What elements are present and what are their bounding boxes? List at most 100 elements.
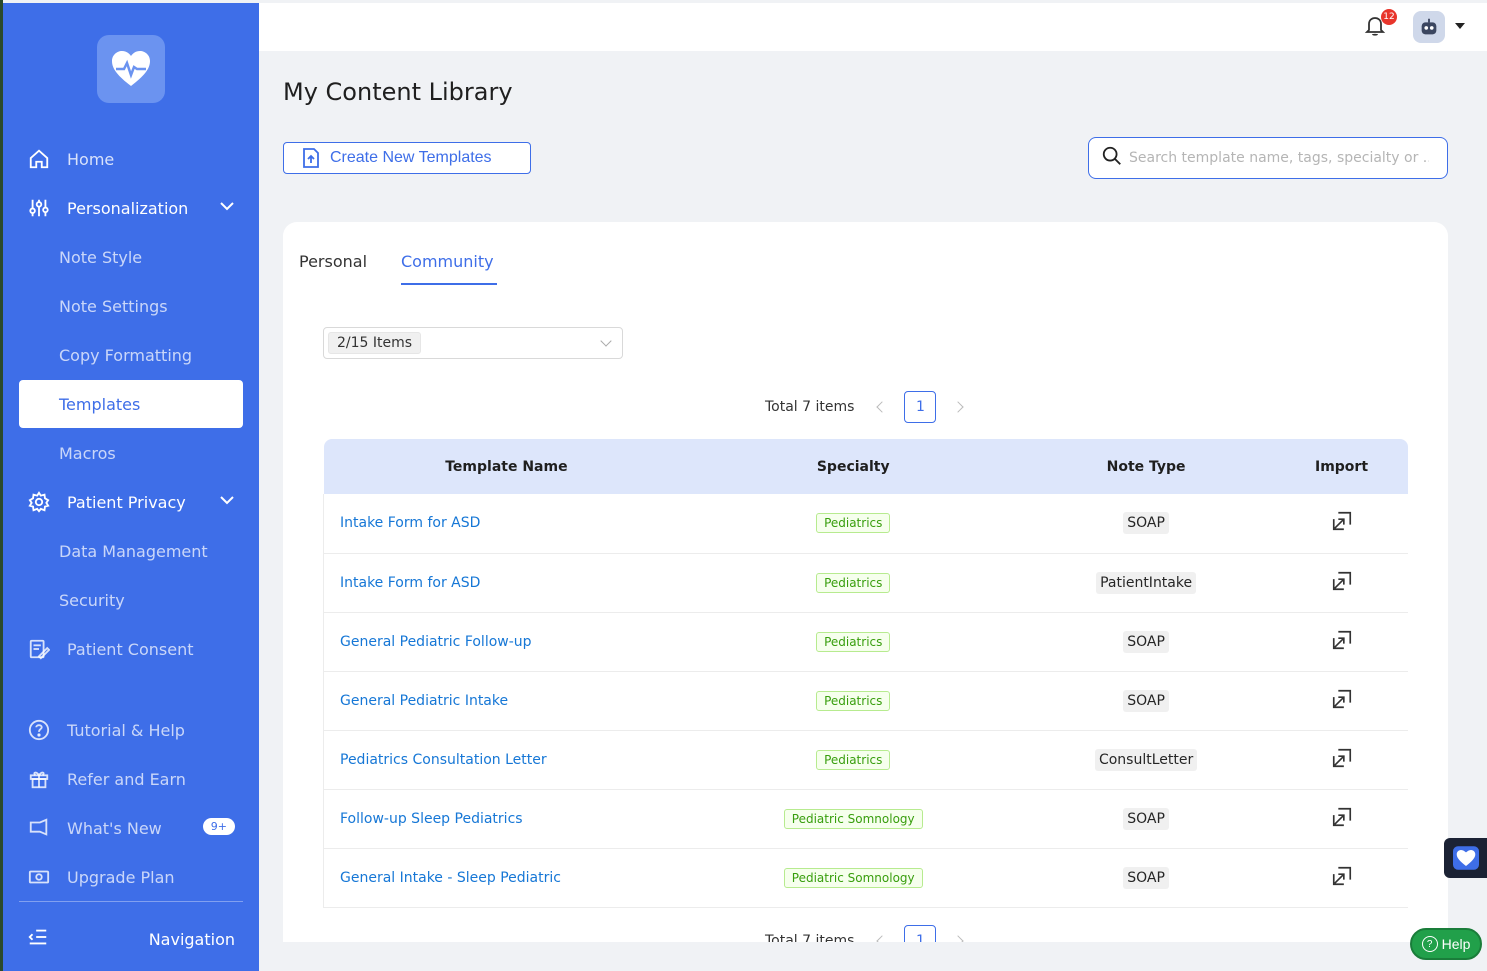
specialty-cell: Pediatric Somnology [689,789,1018,849]
specialty-cell: Pediatrics [689,553,1018,613]
specialty-cell: Pediatrics [689,671,1018,731]
menu-collapse-icon [27,926,49,952]
import-icon[interactable] [1331,629,1353,651]
robot-icon [1421,18,1437,35]
sidebar-item-patient-privacy[interactable]: Patient Privacy [19,478,243,526]
import-icon[interactable] [1331,865,1353,887]
selected-items-tag: 2/15 Items [328,332,422,354]
sidebar-divider [19,901,243,902]
sidebar-item-label: Note Settings [59,296,168,316]
import-cell [1275,612,1408,672]
chevron-down-icon [600,335,612,347]
template-name-cell: Pediatrics Consultation Letter [323,730,690,790]
template-name-cell: Intake Form for ASD [323,553,690,613]
import-cell [1275,730,1408,790]
template-name-link[interactable]: Pediatrics Consultation Letter [340,752,547,768]
avatar[interactable] [1413,11,1445,43]
import-icon[interactable] [1331,510,1353,532]
sidebar-collapse-toggle[interactable]: Navigation [19,915,243,963]
navigation-label: Navigation [148,929,235,949]
page-number-button[interactable]: 1 [904,391,937,423]
table-row: Intake Form for ASD Pediatrics SOAP [323,494,1408,554]
specialty-cell: Pediatrics [689,730,1018,790]
specialty-cell: Pediatric Somnology [689,848,1018,908]
prev-page-icon[interactable] [876,401,889,413]
question-circle-icon [27,718,51,742]
specialty-tag: Pediatrics [816,690,891,711]
sidebar-item-label: Patient Consent [67,639,194,659]
sidebar-item-upgrade-plan[interactable]: Upgrade Plan [19,853,243,901]
import-icon[interactable] [1331,688,1353,710]
template-name-link[interactable]: Intake Form for ASD [340,515,480,531]
import-icon[interactable] [1331,570,1353,592]
note-type-cell: SOAP [1017,671,1276,731]
column-header-specialty: Specialty [689,439,1018,494]
sidebar-item-security[interactable]: Security [19,576,243,624]
account-dropdown-caret-icon[interactable] [1455,23,1465,29]
sidebar-item-tutorial-help[interactable]: Tutorial & Help [19,706,243,754]
sidebar-item-copy-formatting[interactable]: Copy Formatting [19,331,243,379]
sidebar-item-label: Patient Privacy [67,492,186,512]
tab-personal[interactable]: Personal [299,252,367,271]
prev-page-icon[interactable] [876,935,889,942]
template-name-link[interactable]: General Intake - Sleep Pediatric [340,870,561,886]
template-name-cell: Intake Form for ASD [323,494,690,554]
template-name-cell: General Pediatric Intake [323,671,690,731]
template-name-cell: General Intake - Sleep Pediatric [323,848,690,908]
column-header-note-type: Note Type [1017,439,1276,494]
next-page-icon[interactable] [952,401,965,413]
table-row: General Intake - Sleep Pediatric Pediatri… [323,848,1408,908]
next-page-icon[interactable] [952,935,965,942]
sidebar-item-label: Templates [59,394,141,414]
specialty-tag: Pediatrics [816,572,891,593]
sliders-icon [27,196,51,220]
table-body: Intake Form for ASD Pediatrics SOAP Intake … [323,494,1408,908]
import-icon[interactable] [1331,747,1353,769]
table-header-row: Template Name Specialty Note Type Import [323,439,1408,494]
help-label: Help [1441,936,1471,952]
new-count-badge: 9+ [202,818,235,835]
sidebar-item-templates[interactable]: Templates [19,380,243,428]
file-upload-icon [302,148,320,168]
pagination-total: Total 7 items [765,933,855,942]
sidebar-item-patient-consent[interactable]: Patient Consent [19,625,243,673]
template-name-link[interactable]: Follow-up Sleep Pediatrics [340,811,523,827]
tab-community[interactable]: Community [401,252,494,271]
template-name-link[interactable]: General Pediatric Intake [340,693,508,709]
sidebar-item-macros[interactable]: Macros [19,429,243,477]
note-type-tag: SOAP [1123,689,1169,712]
specialty-tag: Pediatrics [816,513,891,534]
import-cell [1275,553,1408,613]
create-template-label: Create New Templates [330,149,492,166]
app-logo[interactable] [97,35,165,103]
sidebar-item-data-management[interactable]: Data Management [19,527,243,575]
sidebar-item-home[interactable]: Home [19,135,243,183]
items-filter-select[interactable]: 2/15 Items [323,327,623,359]
sidebar-item-personalization[interactable]: Personalization [19,184,243,232]
sidebar-item-whats-new[interactable]: What's New 9+ [19,804,243,852]
page-number-button[interactable]: 1 [904,925,937,942]
import-cell [1275,671,1408,731]
template-name-link[interactable]: Intake Form for ASD [340,575,480,591]
note-type-tag: SOAP [1123,630,1169,653]
help-button[interactable]: ? Help [1410,928,1482,960]
notification-count-badge: 12 [1381,9,1397,25]
sidebar-item-label: Security [59,590,125,610]
home-icon [27,147,51,171]
sidebar-item-note-settings[interactable]: Note Settings [19,282,243,330]
chevron-down-icon[interactable] [219,492,235,512]
template-name-link[interactable]: General Pediatric Follow-up [340,634,532,650]
create-template-button[interactable]: Create New Templates [283,142,531,174]
search-box[interactable] [1088,137,1448,179]
table-row: Pediatrics Consultation Letter Pediatrics… [323,730,1408,790]
sidebar-item-refer-earn[interactable]: Refer and Earn [19,755,243,803]
search-input[interactable] [1129,150,1429,166]
table-row: General Pediatric Intake Pediatrics SOAP [323,671,1408,731]
sidebar-item-label: Tutorial & Help [67,720,185,740]
question-circle-icon: ? [1421,936,1438,952]
import-icon[interactable] [1331,806,1353,828]
gear-icon [27,490,51,514]
sidebar-item-note-style[interactable]: Note Style [19,233,243,281]
floating-assistant-widget[interactable] [1444,838,1487,878]
chevron-down-icon[interactable] [219,198,235,218]
